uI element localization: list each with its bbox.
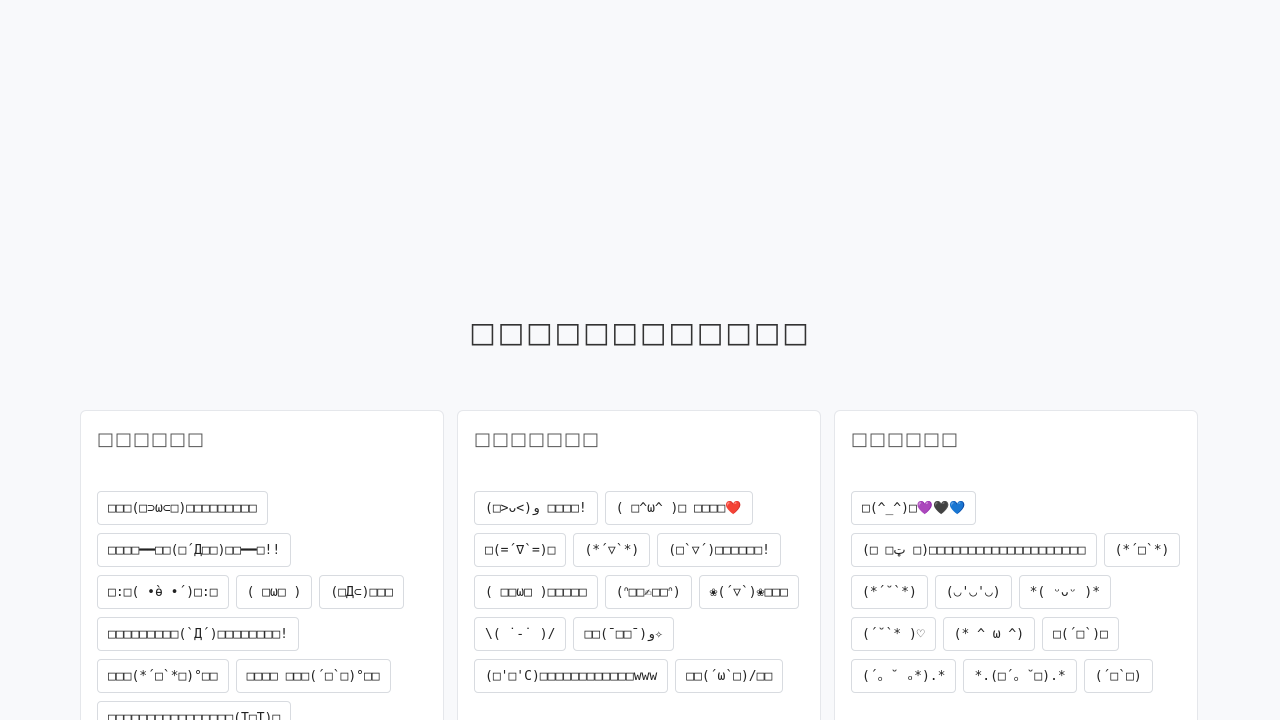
category-title: □□□□□□ <box>97 429 206 450</box>
kaomoji-chip[interactable]: (*´˘`*) <box>851 575 928 609</box>
kaomoji-list: □(^_^)□💜🖤💙 (□ □ټ □)□□□□□□□□□□□□□□□□□□□□ … <box>851 491 1181 693</box>
kaomoji-chip[interactable]: *( ᵕᴗᵕ )* <box>1018 575 1112 609</box>
category-title: □□□□□□□ <box>474 429 601 450</box>
kaomoji-chip[interactable]: (□Д⊂)□□□ <box>319 575 404 609</box>
kaomoji-chip[interactable]: (*´▽`*) <box>573 533 651 567</box>
page: □□□□□□□□□□□□ □□□□□□ □□□(□⊃ω⊂□)□□□□□□□□□ … <box>0 0 1280 720</box>
kaomoji-chip[interactable]: □□( ̄□□ ̄)و✧ <box>573 617 674 651</box>
kaomoji-chip[interactable]: □□□□□□□□□□□□□□□□(T□T)□ <box>97 701 292 720</box>
category-columns: □□□□□□ □□□(□⊃ω⊂□)□□□□□□□□□ □□□□━━□□(□´Д□… <box>80 410 1200 720</box>
kaomoji-chip[interactable]: □:□( •̀ө •́ )□:□ <box>97 575 229 609</box>
kaomoji-chip[interactable]: (□`▽´)□□□□□□! <box>657 533 781 567</box>
kaomoji-chip[interactable]: □□□□□□□□□(`Д´)□□□□□□□□! <box>97 617 300 651</box>
kaomoji-list: (□>ᴗ<)و □□□□! ( □^ω^ )□ □□□□❤️ □(=´∇`=)□… <box>474 491 804 693</box>
kaomoji-chip[interactable]: *.(□´。˘□).* <box>963 659 1077 693</box>
category-card-2: □□□□□□□ (□>ᴗ<)و □□□□! ( □^ω^ )□ □□□□❤️ □… <box>457 410 821 720</box>
kaomoji-chip[interactable]: □□(´ω`□)/□□ <box>675 659 784 693</box>
kaomoji-chip[interactable]: □□□(□⊃ω⊂□)□□□□□□□□□ <box>97 491 268 525</box>
kaomoji-chip[interactable]: (* ^ ω ^) <box>942 617 1036 651</box>
page-title: □□□□□□□□□□□□ <box>469 316 811 349</box>
kaomoji-chip[interactable]: □(´□`)□ <box>1042 617 1119 651</box>
kaomoji-chip[interactable]: □(^_^)□💜🖤💙 <box>851 491 977 525</box>
kaomoji-list: □□□(□⊃ω⊂□)□□□□□□□□□ □□□□━━□□(□´Д□□)□□━━□… <box>97 491 427 720</box>
category-card-3: □□□□□□ □(^_^)□💜🖤💙 (□ □ټ □)□□□□□□□□□□□□□□… <box>834 410 1198 720</box>
kaomoji-chip[interactable]: (*´□`*) <box>1103 533 1181 567</box>
kaomoji-chip[interactable]: (ᐢ□□✍□□ᐢ) <box>604 575 692 609</box>
kaomoji-chip[interactable]: (□'□'C)□□□□□□□□□□□□www <box>474 659 669 693</box>
kaomoji-chip[interactable]: \( ˙-˙ )/ <box>474 617 567 651</box>
kaomoji-chip[interactable]: (□>ᴗ<)و □□□□! <box>474 491 598 525</box>
category-title: □□□□□□ <box>851 429 960 450</box>
kaomoji-chip[interactable]: (◡'◡'◡) <box>934 575 1012 609</box>
kaomoji-chip[interactable]: (´□`□) <box>1083 659 1153 693</box>
kaomoji-chip[interactable]: (´˘`* )♡ <box>851 617 936 651</box>
kaomoji-chip[interactable]: ❀(´▽`)❀□□□ <box>698 575 799 609</box>
kaomoji-chip[interactable]: (´。˘ ₒ*).* <box>851 659 957 693</box>
kaomoji-chip[interactable]: (□ □ټ □)□□□□□□□□□□□□□□□□□□□□ <box>851 533 1097 567</box>
kaomoji-chip[interactable]: ( □ω□ ) <box>235 575 313 609</box>
kaomoji-chip[interactable]: ( □^ω^ )□ □□□□❤️ <box>604 491 753 525</box>
kaomoji-chip[interactable]: □(=´∇`=)□ <box>474 533 567 567</box>
kaomoji-chip[interactable]: □□□□ □□□(´□`□)°□□ <box>235 659 391 693</box>
kaomoji-chip[interactable]: ( □□ω□ )□□□□□ <box>474 575 598 609</box>
kaomoji-chip[interactable]: □□□(*´□`*□)°□□ <box>97 659 229 693</box>
category-card-1: □□□□□□ □□□(□⊃ω⊂□)□□□□□□□□□ □□□□━━□□(□´Д□… <box>80 410 444 720</box>
kaomoji-chip[interactable]: □□□□━━□□(□´Д□□)□□━━□!! <box>97 533 292 567</box>
